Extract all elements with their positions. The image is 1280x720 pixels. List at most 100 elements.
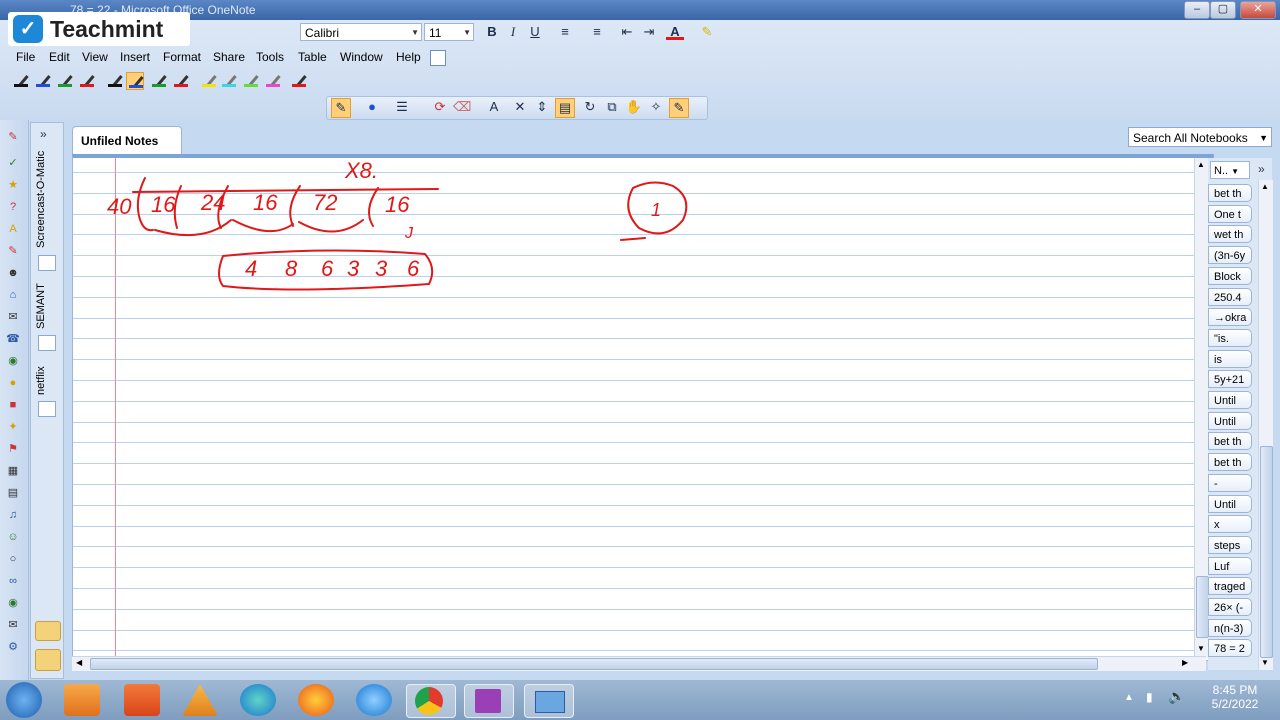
font-size-combo[interactable]: 11 ▼: [424, 23, 474, 41]
question-icon[interactable]: ?: [6, 200, 20, 214]
menu-share[interactable]: Share: [213, 50, 245, 64]
pdf-reader-icon[interactable]: [124, 684, 160, 716]
scroll-up-icon[interactable]: ▲: [1197, 160, 1205, 169]
page-tab[interactable]: 250.4: [1208, 287, 1252, 306]
page-tab[interactable]: Until: [1208, 391, 1252, 409]
link-icon[interactable]: ∞: [6, 574, 20, 588]
delete-icon[interactable]: ✕: [511, 98, 529, 116]
highlighter-yellow-icon[interactable]: [200, 72, 217, 88]
pen-active-icon[interactable]: ✎: [669, 98, 689, 118]
phone-icon[interactable]: ☎: [6, 332, 20, 346]
page-tab[interactable]: →okra: [1208, 308, 1252, 327]
pen-black-icon[interactable]: [12, 72, 29, 88]
menu-window[interactable]: Window: [340, 50, 383, 64]
discuss-icon[interactable]: ○: [6, 552, 20, 566]
pen-green-icon[interactable]: [56, 72, 73, 88]
page-vertical-scrollbar[interactable]: ▲ ▼: [1194, 158, 1209, 658]
notebook-tab-semant[interactable]: SEMANT: [35, 283, 59, 329]
minimize-button[interactable]: –: [1184, 1, 1210, 19]
edge-icon[interactable]: [240, 684, 276, 716]
note-page[interactable]: X8. 40 16 24 16 72 16 J 4 8 6 3 3 6 1: [72, 154, 1214, 661]
expand-nav-icon[interactable]: »: [40, 127, 47, 141]
strip-icon-2[interactable]: ✓: [6, 156, 20, 170]
highlighter-green-icon[interactable]: [242, 72, 259, 88]
media-player-icon[interactable]: [64, 684, 100, 716]
search-box[interactable]: Search All Notebooks ▼: [1128, 127, 1272, 147]
lock-icon[interactable]: ■: [6, 398, 20, 412]
line-weight-icon[interactable]: ☰: [393, 98, 411, 116]
screen-recorder-taskbar-button[interactable]: [524, 684, 574, 718]
eraser-icon[interactable]: ⌫: [453, 98, 471, 116]
menu-view[interactable]: View: [82, 50, 108, 64]
pen-black-thick-icon[interactable]: [106, 72, 123, 88]
vlc-icon[interactable]: [182, 684, 218, 716]
onenote-taskbar-button[interactable]: [464, 684, 514, 718]
web-icon[interactable]: ◉: [6, 596, 20, 610]
help-icon[interactable]: [430, 50, 446, 66]
page-tab[interactable]: (3n-6y: [1208, 246, 1252, 265]
page-tab[interactable]: Block: [1208, 266, 1252, 285]
network-icon[interactable]: ▮: [1146, 690, 1153, 704]
page-list-scrollbar[interactable]: ▲ ▼: [1258, 180, 1273, 670]
select-icon[interactable]: ✧: [647, 98, 665, 116]
internet-explorer-icon[interactable]: [356, 684, 392, 716]
page-tab[interactable]: wet th: [1208, 225, 1252, 244]
tab-unfiled-notes[interactable]: Unfiled Notes: [72, 126, 182, 155]
scroll-down-icon[interactable]: ▼: [1261, 658, 1269, 667]
music-icon[interactable]: ♫: [6, 508, 20, 522]
increase-indent-icon[interactable]: ⇥: [640, 23, 658, 41]
page-tab[interactable]: One t: [1208, 204, 1252, 223]
ink-to-text-icon[interactable]: A: [485, 98, 503, 116]
menu-file[interactable]: File: [16, 50, 35, 64]
page-tab[interactable]: bet th: [1208, 453, 1252, 472]
chevron-down-icon[interactable]: ▼: [1259, 128, 1268, 148]
highlight-strip-icon[interactable]: A: [6, 222, 20, 236]
ink-strip-icon[interactable]: ✎: [6, 244, 20, 258]
highlight-icon[interactable]: ✎: [698, 23, 716, 41]
page-tab[interactable]: is: [1208, 349, 1252, 368]
insert-space-icon[interactable]: ⇕: [533, 98, 551, 116]
page-tab[interactable]: 78 = 2: [1208, 639, 1252, 658]
decrease-indent-icon[interactable]: ⇤: [618, 23, 636, 41]
mail-icon[interactable]: ✉: [6, 618, 20, 632]
ruled-lines-icon[interactable]: ▤: [555, 98, 575, 118]
book-icon[interactable]: ▤: [6, 486, 20, 500]
globe-icon[interactable]: ◉: [6, 354, 20, 368]
bulb-icon[interactable]: ✦: [6, 420, 20, 434]
pen-red-thick-icon[interactable]: [172, 72, 189, 88]
horizontal-scroll-thumb[interactable]: [90, 658, 1098, 670]
search-input[interactable]: Search All Notebooks: [1133, 131, 1248, 145]
page-horizontal-scrollbar[interactable]: ◀ ▶: [72, 656, 1206, 671]
bullets-icon[interactable]: ≡: [556, 23, 574, 41]
notebook-tab-netflix[interactable]: netflix: [35, 361, 59, 401]
menu-format[interactable]: Format: [163, 50, 201, 64]
scroll-down-icon[interactable]: ▼: [1197, 644, 1205, 653]
pen-custom-red-icon[interactable]: [290, 72, 307, 88]
highlighter-cyan-icon[interactable]: [220, 72, 237, 88]
underline-button[interactable]: U: [526, 23, 544, 41]
menu-edit[interactable]: Edit: [49, 50, 70, 64]
home-icon[interactable]: ⌂: [6, 288, 20, 302]
italic-button[interactable]: I: [504, 23, 522, 41]
page-tab[interactable]: steps: [1208, 535, 1252, 554]
address-icon[interactable]: ✉: [6, 310, 20, 324]
expand-page-list-icon[interactable]: »: [1258, 162, 1265, 176]
maximize-button[interactable]: ▢: [1210, 1, 1236, 19]
rotate-icon[interactable]: ↻: [581, 98, 599, 116]
page-tab[interactable]: Until: [1208, 411, 1252, 430]
unfiled-notes-icon[interactable]: [35, 621, 61, 641]
font-name-combo[interactable]: Calibri ▼: [300, 23, 422, 41]
all-notebooks-icon[interactable]: [35, 649, 61, 671]
star-icon[interactable]: ★: [6, 178, 20, 192]
page-tab[interactable]: bet th: [1208, 184, 1252, 202]
page-tab[interactable]: traged: [1208, 577, 1252, 596]
page-tab[interactable]: 5y+21: [1208, 370, 1252, 389]
font-color-button[interactable]: A: [666, 23, 684, 40]
page-list-scroll-thumb[interactable]: [1260, 446, 1273, 658]
page-tab[interactable]: bet th: [1208, 432, 1252, 451]
scroll-right-icon[interactable]: ▶: [1182, 658, 1188, 667]
pen-red-icon[interactable]: [78, 72, 95, 88]
lasso-icon[interactable]: ⟳: [431, 98, 449, 116]
numbering-icon[interactable]: ≡: [588, 23, 606, 41]
strip-icon-1[interactable]: ✎: [6, 130, 20, 144]
